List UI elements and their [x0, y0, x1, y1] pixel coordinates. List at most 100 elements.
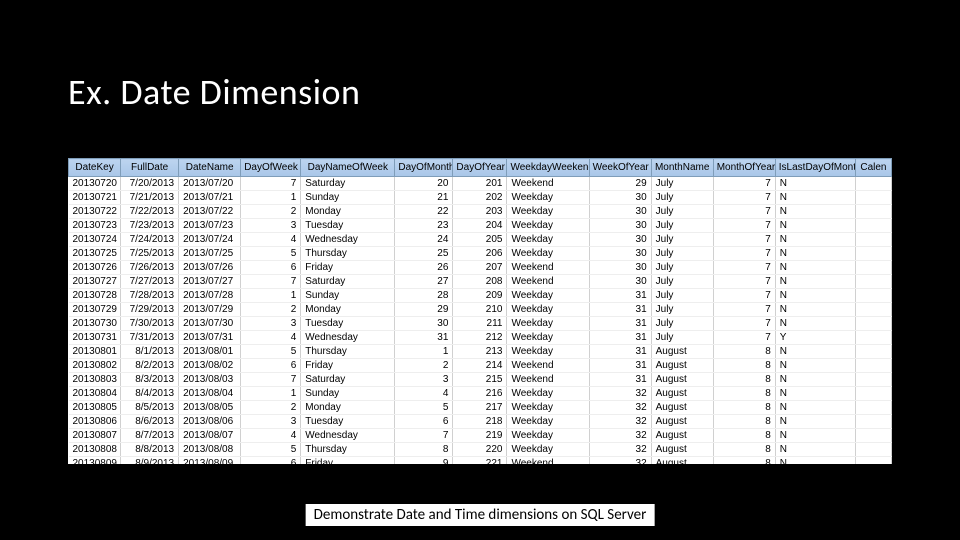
cell: Wednesday	[301, 331, 395, 345]
cell: 20130809	[69, 457, 121, 465]
cell: 8/3/2013	[121, 373, 179, 387]
cell: 24	[395, 233, 453, 247]
cell: 7	[713, 331, 775, 345]
cell: 20130802	[69, 359, 121, 373]
cell: Weekday	[507, 443, 589, 457]
cell: 2013/08/09	[179, 457, 241, 465]
cell: 204	[453, 219, 507, 233]
cell: 2013/07/26	[179, 261, 241, 275]
cell: 2013/07/29	[179, 303, 241, 317]
table-row: 201307317/31/20132013/07/314Wednesday312…	[69, 331, 892, 345]
column-header: WeekdayWeekend	[507, 159, 589, 177]
cell: 8	[713, 345, 775, 359]
cell: 2013/07/27	[179, 275, 241, 289]
table-row: 201307227/22/20132013/07/222Monday22203W…	[69, 205, 892, 219]
cell: Weekend	[507, 457, 589, 465]
cell: 30	[589, 191, 651, 205]
cell: Weekend	[507, 261, 589, 275]
table-row: 201307287/28/20132013/07/281Sunday28209W…	[69, 289, 892, 303]
cell: N	[775, 345, 855, 359]
table-row: 201307267/26/20132013/07/266Friday26207W…	[69, 261, 892, 275]
cell: July	[651, 205, 713, 219]
cell: Monday	[301, 303, 395, 317]
cell: Sunday	[301, 387, 395, 401]
cell: Wednesday	[301, 233, 395, 247]
cell: 7/31/2013	[121, 331, 179, 345]
cell: 5	[241, 247, 301, 261]
cell: 2013/07/21	[179, 191, 241, 205]
cell: 20130731	[69, 331, 121, 345]
cell	[855, 429, 891, 443]
cell: Weekday	[507, 303, 589, 317]
cell: 219	[453, 429, 507, 443]
cell: Wednesday	[301, 429, 395, 443]
cell	[855, 317, 891, 331]
cell: Tuesday	[301, 415, 395, 429]
cell: 221	[453, 457, 507, 465]
cell: 8	[713, 429, 775, 443]
cell: 7/21/2013	[121, 191, 179, 205]
column-header: Calen	[855, 159, 891, 177]
cell: 30	[589, 205, 651, 219]
cell: 2013/07/23	[179, 219, 241, 233]
column-header: WeekOfYear	[589, 159, 651, 177]
column-header: DateKey	[69, 159, 121, 177]
cell: 7/30/2013	[121, 317, 179, 331]
table-row: 201308048/4/20132013/08/041Sunday4216Wee…	[69, 387, 892, 401]
cell: 7	[713, 303, 775, 317]
cell: 9	[395, 457, 453, 465]
cell: 20	[395, 177, 453, 191]
cell: 2013/07/24	[179, 233, 241, 247]
cell: Weekday	[507, 415, 589, 429]
cell	[855, 191, 891, 205]
cell: N	[775, 457, 855, 465]
cell: 3	[395, 373, 453, 387]
cell: N	[775, 429, 855, 443]
cell	[855, 177, 891, 191]
cell: August	[651, 443, 713, 457]
cell: 32	[589, 415, 651, 429]
cell: 31	[589, 359, 651, 373]
cell: 211	[453, 317, 507, 331]
table-row: 201308068/6/20132013/08/063Tuesday6218We…	[69, 415, 892, 429]
cell: 6	[241, 359, 301, 373]
cell: 30	[589, 275, 651, 289]
cell: 32	[589, 429, 651, 443]
cell: 8	[713, 401, 775, 415]
table-row: 201307247/24/20132013/07/244Wednesday242…	[69, 233, 892, 247]
cell: 7	[241, 373, 301, 387]
table-row: 201308028/2/20132013/08/026Friday2214Wee…	[69, 359, 892, 373]
cell: 8	[713, 457, 775, 465]
column-header: FullDate	[121, 159, 179, 177]
cell: Thursday	[301, 443, 395, 457]
cell: 31	[589, 331, 651, 345]
table-row: 201307297/29/20132013/07/292Monday29210W…	[69, 303, 892, 317]
cell: 23	[395, 219, 453, 233]
cell: N	[775, 233, 855, 247]
cell: Thursday	[301, 247, 395, 261]
column-header: IsLastDayOfMonth	[775, 159, 855, 177]
cell: N	[775, 289, 855, 303]
cell: 8/4/2013	[121, 387, 179, 401]
cell: 20130806	[69, 415, 121, 429]
cell: August	[651, 373, 713, 387]
cell: Weekday	[507, 345, 589, 359]
data-table-container: DateKeyFullDateDateNameDayOfWeekDayNameO…	[68, 158, 892, 464]
cell: N	[775, 303, 855, 317]
cell: 2013/07/22	[179, 205, 241, 219]
cell: Weekday	[507, 247, 589, 261]
cell: 20130723	[69, 219, 121, 233]
cell: 2013/08/04	[179, 387, 241, 401]
cell: 2	[241, 401, 301, 415]
cell: August	[651, 415, 713, 429]
cell: 2013/08/06	[179, 415, 241, 429]
cell: 217	[453, 401, 507, 415]
cell: 7/22/2013	[121, 205, 179, 219]
cell: Weekday	[507, 387, 589, 401]
cell: 7	[713, 205, 775, 219]
cell: 7/26/2013	[121, 261, 179, 275]
cell: Sunday	[301, 289, 395, 303]
cell: 5	[241, 345, 301, 359]
table-row: 201307237/23/20132013/07/233Tuesday23204…	[69, 219, 892, 233]
cell: 30	[589, 219, 651, 233]
